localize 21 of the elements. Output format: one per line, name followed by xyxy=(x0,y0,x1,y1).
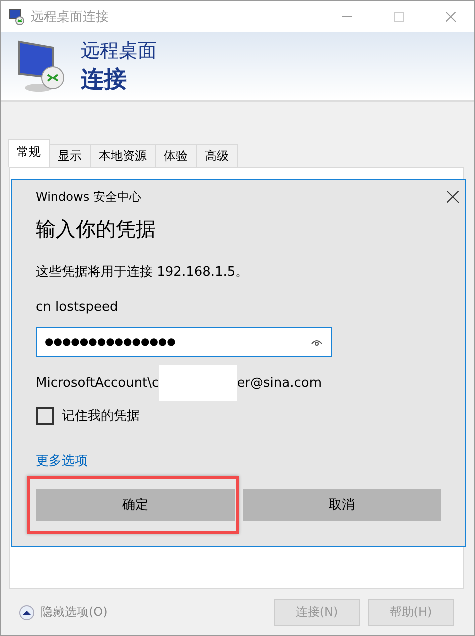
account-text: er@sina.com xyxy=(237,376,322,390)
dialog-button[interactable]: 取消 xyxy=(242,489,441,521)
checkbox[interactable] xyxy=(36,407,54,425)
account-text: MicrosoftAccount\c xyxy=(36,376,160,390)
header-subtitle: 连接 xyxy=(81,66,128,94)
dialog-caption: Windows 安全中心 xyxy=(36,188,142,206)
checkbox-label: 记住我的凭据 xyxy=(62,408,140,425)
monitor-icon xyxy=(17,38,67,94)
header-title: 远程桌面 xyxy=(81,38,157,64)
dialog-message: 这些凭据将用于连接 192.168.1.5。 xyxy=(36,264,250,281)
app-icon xyxy=(9,8,25,24)
collapse-icon[interactable] xyxy=(19,604,35,620)
dialog-button[interactable]: 确定 xyxy=(36,489,234,521)
eye-icon[interactable] xyxy=(311,338,323,346)
dialog-title: 输入你的凭据 xyxy=(36,216,157,243)
tab[interactable]: 常规 xyxy=(8,139,50,167)
tab[interactable]: 高级 xyxy=(196,144,238,167)
password-field[interactable]: ●●●●●●●●●●●●●●● xyxy=(36,327,332,357)
more-options-link[interactable]: 更多选项 xyxy=(36,452,441,470)
username-label: cn lostspeed xyxy=(36,300,120,315)
window-title: 远程桌面连接 xyxy=(31,8,110,26)
